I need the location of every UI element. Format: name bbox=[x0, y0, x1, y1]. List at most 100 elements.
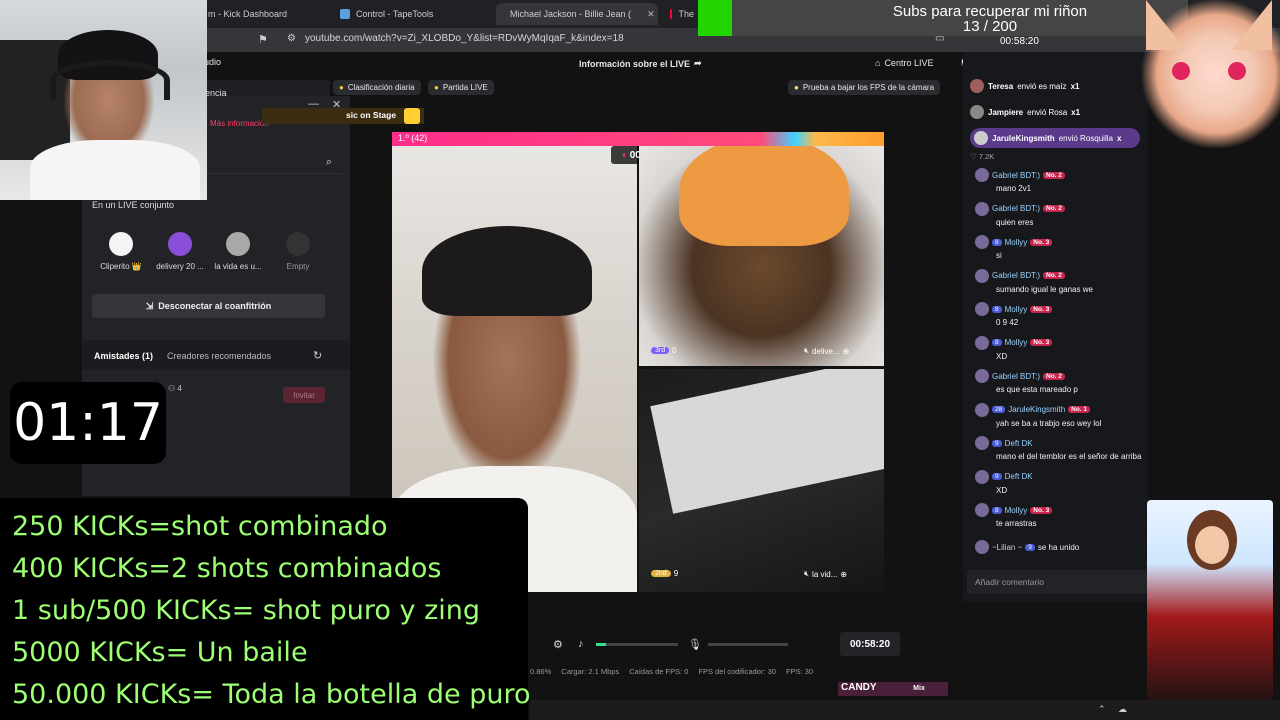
add-icon[interactable]: ⊕ bbox=[840, 570, 847, 579]
search-icon[interactable]: ⌕ bbox=[326, 156, 332, 169]
chat-message: Gabriel BDT:) No. 2 es que esta mareado p bbox=[975, 369, 1175, 394]
chat-message: Gabriel BDT:) No. 2 mano 2v1 bbox=[975, 168, 1175, 193]
chat-user[interactable]: Gabriel BDT:) bbox=[992, 372, 1040, 381]
chat-text: 0 9 42 bbox=[996, 318, 1019, 327]
chat-user[interactable]: Gabriel BDT:) bbox=[992, 204, 1040, 213]
close-tab-icon[interactable]: ✕ bbox=[647, 9, 655, 20]
gift-item: Jampiere envió Rosa x1 bbox=[970, 102, 1150, 122]
refresh-icon[interactable]: ↻ bbox=[313, 349, 322, 362]
chat-text: mano el del temblor es el señor de arrib… bbox=[996, 452, 1142, 461]
avatar[interactable] bbox=[975, 503, 989, 517]
chat-message-header: Gabriel BDT:) No. 2 bbox=[975, 369, 1175, 383]
chat-user[interactable]: Deft DK bbox=[1005, 472, 1033, 481]
chat-message: 8 Mollyy No. 3 XD bbox=[975, 335, 1175, 361]
tab-tapetools[interactable]: Control - TapeTools bbox=[332, 3, 492, 25]
guest-slot[interactable]: delivery 20 ... bbox=[150, 232, 210, 271]
stage-rank: 1.º (42) bbox=[398, 133, 428, 143]
guest-slot-empty[interactable]: Empty bbox=[268, 232, 328, 271]
tab-friends[interactable]: Amistades (1) bbox=[94, 351, 153, 361]
guest-video-2[interactable]: 3rd 0 🔇︎ delive... ⊕ bbox=[639, 146, 884, 366]
chat-message: 8 Mollyy No. 3 0 9 42 bbox=[975, 302, 1175, 327]
cloud-icon[interactable]: ☁ bbox=[1118, 704, 1127, 715]
avatar[interactable] bbox=[975, 335, 989, 350]
chat-user[interactable]: Mollyy bbox=[1005, 305, 1028, 314]
chat-user[interactable]: Gabriel BDT:) bbox=[992, 271, 1040, 280]
rank-badge: No. 3 bbox=[1030, 339, 1053, 346]
avatar[interactable] bbox=[975, 168, 989, 182]
live-match-label: Partida LIVE bbox=[442, 83, 488, 92]
url-text[interactable]: youtube.com/watch?v=Zi_XLOBDo_Y&list=RDv… bbox=[305, 33, 624, 44]
level-badge: 9 bbox=[992, 439, 1002, 447]
likes-value: 7.2K bbox=[978, 152, 995, 161]
level-badge: 8 bbox=[992, 305, 1002, 313]
avatar[interactable] bbox=[975, 369, 989, 383]
guest-slot[interactable]: Cliperito 👑 bbox=[91, 232, 151, 271]
fps-tip-label: Prueba a bajar los FPS de la cámara bbox=[802, 83, 935, 92]
comment-input[interactable]: Añadir comentario bbox=[967, 570, 1147, 594]
chat-user[interactable]: Mollyy bbox=[1005, 338, 1028, 347]
avatar[interactable] bbox=[975, 402, 989, 417]
volume-slider[interactable] bbox=[596, 643, 678, 646]
live-match-chip[interactable]: ● Partida LIVE bbox=[428, 80, 494, 95]
guest-2-controls[interactable]: 🔇︎ delive... ⊕ bbox=[804, 346, 849, 356]
avatar[interactable] bbox=[975, 436, 989, 450]
chat-user[interactable]: Gabriel BDT:) bbox=[992, 171, 1040, 180]
mute-icon[interactable]: 🔇︎ bbox=[804, 346, 809, 356]
live-info-label: Información sobre el LIVE bbox=[579, 58, 691, 69]
chat-user[interactable]: Mollyy bbox=[1005, 506, 1028, 515]
fps-tip-chip[interactable]: ● Prueba a bajar los FPS de la cámara bbox=[788, 80, 941, 95]
host-hair bbox=[422, 226, 592, 316]
avatar[interactable] bbox=[975, 268, 989, 283]
guest-name: la vid... bbox=[812, 569, 838, 579]
rank-badge: No. 2 bbox=[1043, 171, 1065, 179]
chat-user[interactable]: Mollyy bbox=[1005, 238, 1028, 247]
guest-name: la vida es u... bbox=[214, 262, 262, 271]
volume-icon[interactable]: ♪ bbox=[578, 638, 584, 650]
live-info-title[interactable]: Información sobre el LIVE ➦ bbox=[579, 58, 702, 69]
gift-count: x1 bbox=[1071, 107, 1081, 117]
avatar[interactable] bbox=[975, 469, 989, 484]
avatar[interactable] bbox=[975, 302, 989, 316]
stage-icon bbox=[404, 108, 420, 124]
guest-slot[interactable]: la vida es u... bbox=[208, 232, 268, 271]
friends-tabs: Amistades (1) Creadores recomendados ↻ bbox=[82, 340, 350, 370]
live-center-button[interactable]: ⌂ Centro LIVE bbox=[875, 58, 933, 68]
eye-icon bbox=[1172, 62, 1190, 80]
tab-recommended-creators[interactable]: Creadores recomendados bbox=[167, 351, 271, 361]
settings-sliders-icon[interactable]: ⚙ bbox=[553, 638, 563, 651]
on-stage-banner[interactable]: sic on Stage bbox=[262, 108, 424, 124]
empty-avatar-icon bbox=[286, 232, 310, 256]
mute-icon[interactable]: 🔇︎ bbox=[804, 569, 809, 579]
microphone-icon[interactable]: 🎙︎ bbox=[688, 638, 702, 651]
guest-3-controls[interactable]: 🔇︎ la vid... ⊕ bbox=[804, 569, 847, 579]
rank-badge: No. 2 bbox=[1043, 272, 1065, 279]
gift-user: Jampiere bbox=[988, 107, 1024, 117]
avatar[interactable] bbox=[975, 235, 989, 249]
chat-message-header: 8 Mollyy No. 3 bbox=[975, 302, 1175, 316]
tab-youtube-active[interactable]: Michael Jackson - Billie Jean ( ✕ bbox=[496, 3, 658, 25]
add-icon[interactable]: ⊕ bbox=[843, 347, 850, 356]
tab-kick-dashboard[interactable]: m - Kick Dashboard bbox=[200, 3, 330, 25]
kick-rules-panel: 250 KICKs=shot combinado 400 KICKs=2 sho… bbox=[0, 498, 530, 720]
tray-up-icon[interactable]: ⌃ bbox=[1098, 704, 1106, 715]
chat-user[interactable]: Deft DK bbox=[1005, 439, 1033, 448]
avatar[interactable] bbox=[975, 201, 989, 216]
level-badge: 8 bbox=[992, 238, 1002, 246]
level-badge: 9 bbox=[1025, 543, 1035, 551]
rank-badge: No. 3 bbox=[1030, 506, 1053, 514]
bookmark-icon[interactable]: ⚑ bbox=[258, 33, 268, 46]
disconnect-cohost-button[interactable]: ⇲ Desconectar al coanfitrión bbox=[92, 294, 325, 318]
site-info-icon[interactable]: ⚙ bbox=[287, 33, 296, 44]
anime-catgirl-overlay bbox=[1138, 0, 1280, 148]
chat-user[interactable]: JaruleKingsmith bbox=[1008, 405, 1065, 414]
daily-ranking-chip[interactable]: ● Clasificación diaria bbox=[333, 80, 421, 95]
avatar bbox=[226, 232, 250, 256]
goal-title: Subs para recuperar mi riñon bbox=[892, 3, 1088, 20]
tab-youtube-2[interactable]: The bbox=[662, 3, 702, 25]
gift-text: envió Rosquilla bbox=[1058, 133, 1113, 143]
guest-name: delivery 20 ... bbox=[156, 262, 204, 271]
mic-slider[interactable] bbox=[708, 643, 788, 646]
invite-button[interactable]: Invitar bbox=[283, 387, 325, 403]
guest-video-3[interactable]: 2nd 9 🔇︎ la vid... ⊕ bbox=[639, 369, 884, 592]
exit-icon: ⇲ bbox=[145, 300, 154, 311]
